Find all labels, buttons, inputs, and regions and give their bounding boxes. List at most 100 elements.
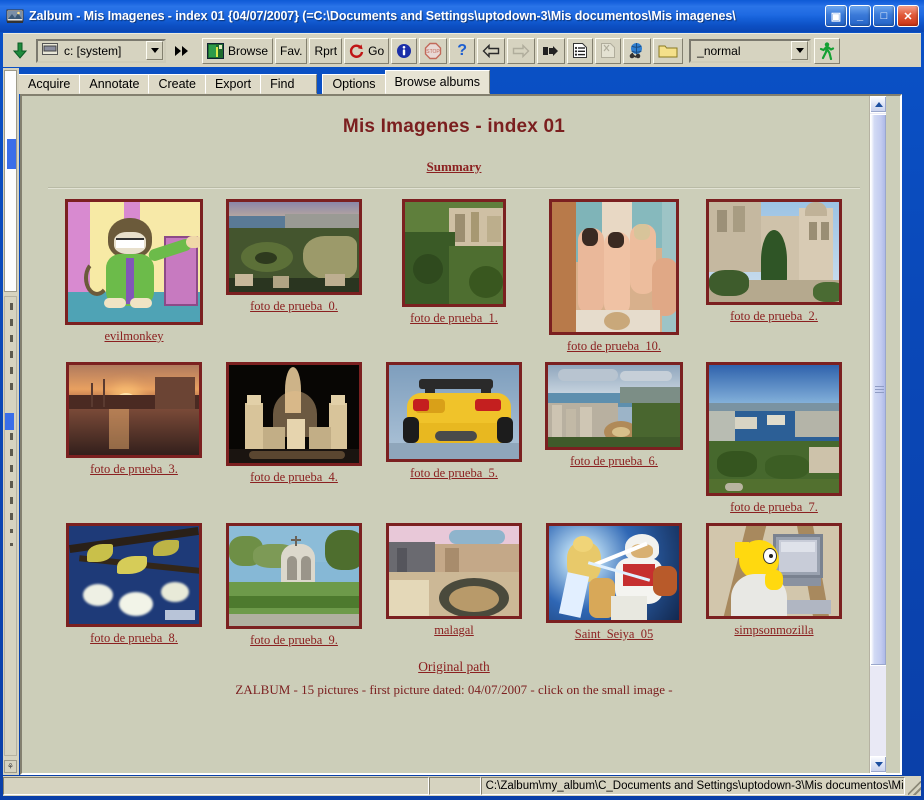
thumbnail-image-foto-de-prueba-8[interactable] (66, 523, 202, 627)
back-button[interactable] (477, 37, 506, 64)
drive-select-chevron-down-icon[interactable] (146, 41, 163, 60)
thumbnail-caption[interactable]: foto de prueba_1. (410, 311, 498, 326)
tab-find[interactable]: Find (260, 74, 318, 94)
left-scrollbar-upper-thumb[interactable] (7, 139, 16, 169)
thumbnail-row: foto de prueba_3. foto de prueba_4. foto… (36, 362, 872, 515)
thumbnail-caption[interactable]: foto de prueba_2. (730, 309, 818, 324)
info-button[interactable] (391, 37, 418, 64)
page-footer: Original path ZALBUM - 15 pictures - fir… (36, 658, 872, 698)
help-button[interactable]: ? (449, 37, 476, 64)
thumbnail-caption[interactable]: evilmonkey (104, 329, 163, 344)
thumbnail-caption[interactable]: foto de prueba_4. (250, 470, 338, 485)
thumbnail-cell[interactable]: foto de prueba_7. (695, 362, 853, 515)
thumbnail-cell[interactable]: malagal (375, 523, 533, 638)
report-button[interactable]: Rprt (309, 37, 343, 64)
svg-text:STOP: STOP (426, 49, 440, 55)
tab-annotate[interactable]: Annotate (79, 74, 150, 94)
thumbnail-image-saint-seiya-05[interactable] (546, 523, 682, 623)
scroll-down-button[interactable] (870, 756, 886, 773)
left-panel-tool-icon[interactable]: ⚘ (4, 760, 17, 773)
thumbnail-cell[interactable]: foto de prueba_0. (215, 199, 373, 314)
thumbnail-cell[interactable]: foto de prueba_2. (695, 199, 853, 324)
left-ruler-gutter[interactable] (4, 296, 17, 756)
thumbnail-image-foto-de-prueba-0[interactable] (226, 199, 362, 295)
scroll-up-button[interactable] (870, 96, 886, 113)
tab-bar: Acquire Annotate Create Export Find Opti… (18, 70, 898, 94)
run-walker-button[interactable] (814, 37, 841, 64)
tab-options[interactable]: Options (322, 74, 386, 94)
thumbnail-cell[interactable]: foto de prueba_1. (375, 199, 533, 326)
thumbnail-image-evilmonkey[interactable] (65, 199, 203, 325)
resize-grip-icon[interactable] (907, 781, 921, 795)
page-vertical-scrollbar[interactable] (869, 96, 886, 773)
status-bar: C:\Zalbum\my_album\C_Documents and Setti… (3, 776, 921, 796)
download-button[interactable] (7, 37, 33, 64)
thumbnail-cell[interactable]: foto de prueba_4. (215, 362, 373, 485)
tab-create[interactable]: Create (148, 74, 206, 94)
thumbnail-caption[interactable]: Saint_Seiya_05 (575, 627, 653, 642)
cut-button[interactable] (595, 37, 622, 64)
scrollbar-thumb[interactable] (870, 114, 886, 666)
thumbnail-image-simpsonmozilla[interactable] (706, 523, 842, 619)
thumbnail-caption[interactable]: foto de prueba_3. (90, 462, 178, 477)
properties-list-button[interactable] (567, 37, 594, 64)
thumbnail-caption[interactable]: simpsonmozilla (734, 623, 813, 638)
window-controls: ▣ _ □ ✕ (825, 5, 919, 27)
stop-button[interactable]: STOP (419, 37, 448, 64)
thumbnail-cell[interactable]: foto de prueba_6. (535, 362, 693, 469)
thumbnail-cell[interactable]: foto de prueba_5. (375, 362, 533, 481)
close-button[interactable]: ✕ (897, 5, 919, 27)
thumbnail-cell[interactable]: foto de prueba_3. (55, 362, 213, 477)
thumbnail-cell[interactable]: foto de prueba_10. (535, 199, 693, 354)
style-select[interactable]: _normal (689, 38, 812, 63)
thumbnail-cell[interactable]: evilmonkey (55, 199, 213, 344)
thumbnail-image-foto-de-prueba-1[interactable] (402, 199, 506, 307)
browse-button-label: Browse (228, 43, 269, 58)
go-button[interactable]: Go (344, 37, 390, 64)
thumbnail-caption[interactable]: foto de prueba_5. (410, 466, 498, 481)
left-side-panel: ⚘ (3, 68, 19, 775)
restore-down-button[interactable]: ▣ (825, 5, 847, 27)
thumbnail-cell[interactable]: Saint_Seiya_05 (535, 523, 693, 642)
tab-acquire[interactable]: Acquire (18, 74, 81, 94)
thumbnail-image-malagal[interactable] (386, 523, 522, 619)
style-select-chevron-down-icon[interactable] (791, 41, 809, 60)
thumbnail-caption[interactable]: foto de prueba_7. (730, 500, 818, 515)
left-ruler-thumb[interactable] (5, 413, 14, 430)
thumbnail-caption[interactable]: foto de prueba_8. (90, 631, 178, 646)
thumbnail-image-foto-de-prueba-4[interactable] (226, 362, 362, 466)
thumbnail-image-foto-de-prueba-2[interactable] (706, 199, 842, 305)
favorites-button[interactable]: Fav. (275, 37, 308, 64)
thumbnail-cell[interactable]: foto de prueba_9. (215, 523, 373, 648)
summary-link[interactable]: Summary (427, 159, 482, 174)
thumbnail-image-foto-de-prueba-5[interactable] (386, 362, 522, 462)
tab-browse-albums[interactable]: Browse albums (384, 70, 490, 94)
tab-export[interactable]: Export (204, 74, 262, 94)
original-path-link[interactable]: Original path (418, 659, 490, 674)
pointer-hand-button[interactable] (537, 37, 566, 64)
thumbnail-image-foto-de-prueba-3[interactable] (66, 362, 202, 458)
thumbnail-caption[interactable]: foto de prueba_10. (567, 339, 661, 354)
thumbnail-caption[interactable]: malagal (434, 623, 474, 638)
refresh-arrow-icon (349, 43, 365, 59)
forward-button[interactable] (507, 37, 536, 64)
drive-select[interactable]: c: [system] (36, 38, 166, 63)
maximize-button[interactable]: □ (873, 5, 895, 27)
drive-select-value: c: [system] (64, 43, 122, 58)
browse-button[interactable]: Browse (202, 37, 274, 64)
left-scrollbar-upper[interactable] (4, 70, 17, 292)
thumbnail-caption[interactable]: foto de prueba_9. (250, 633, 338, 648)
folder-button[interactable] (653, 37, 684, 64)
thumbnail-image-foto-de-prueba-7[interactable] (706, 362, 842, 496)
thumbnail-image-foto-de-prueba-10[interactable] (549, 199, 679, 335)
fast-forward-button[interactable] (169, 37, 195, 64)
thumbnail-cell[interactable]: simpsonmozilla (695, 523, 853, 638)
thumbnail-image-foto-de-prueba-6[interactable] (545, 362, 683, 450)
minimize-button[interactable]: _ (849, 5, 871, 27)
thumbnail-row: evilmonkey foto de prueba_0. foto de pru… (36, 199, 872, 354)
thumbnail-image-foto-de-prueba-9[interactable] (226, 523, 362, 629)
thumbnail-caption[interactable]: foto de prueba_6. (570, 454, 658, 469)
thumbnail-caption[interactable]: foto de prueba_0. (250, 299, 338, 314)
thumbnail-cell[interactable]: foto de prueba_8. (55, 523, 213, 646)
internet-globe-button[interactable] (623, 37, 652, 64)
